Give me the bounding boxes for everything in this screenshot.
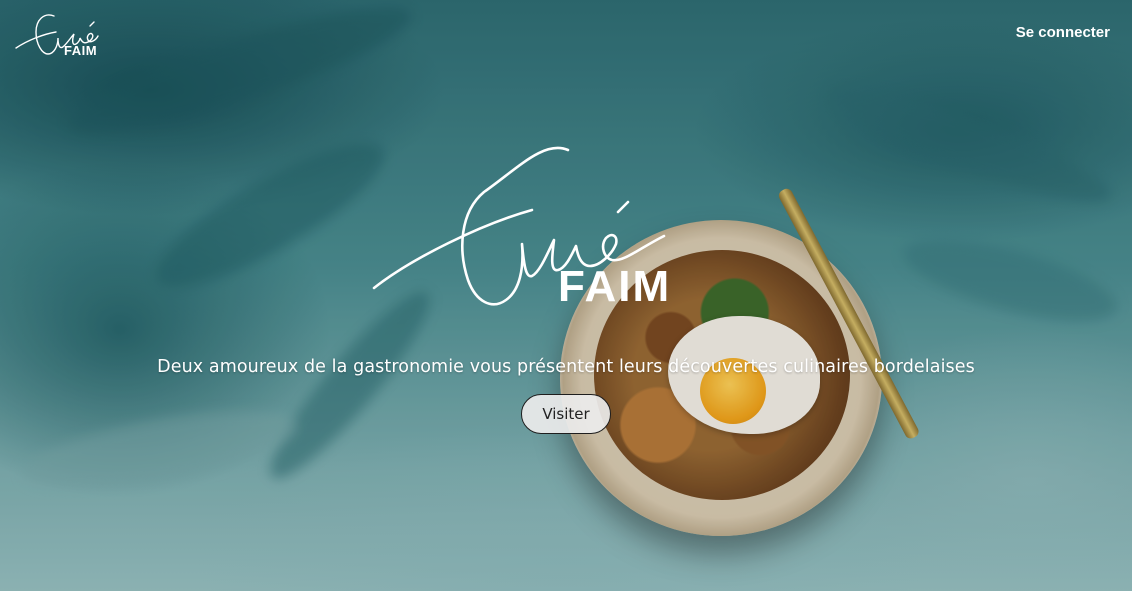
login-link[interactable]: Se connecter [1016,24,1110,41]
hero-logo-word: FAIM [558,262,672,311]
logo-word: FAIM [64,43,98,58]
hero-logo: FAIM [372,140,672,315]
landing-page: FAIM Se connecter FAIM Deux amoureux de … [0,0,1132,591]
hero-tagline: Deux amoureux de la gastronomie vous pré… [157,356,975,377]
header: FAIM Se connecter [0,0,1132,70]
header-logo[interactable]: FAIM [14,10,100,62]
visit-button[interactable]: Visiter [521,394,611,434]
